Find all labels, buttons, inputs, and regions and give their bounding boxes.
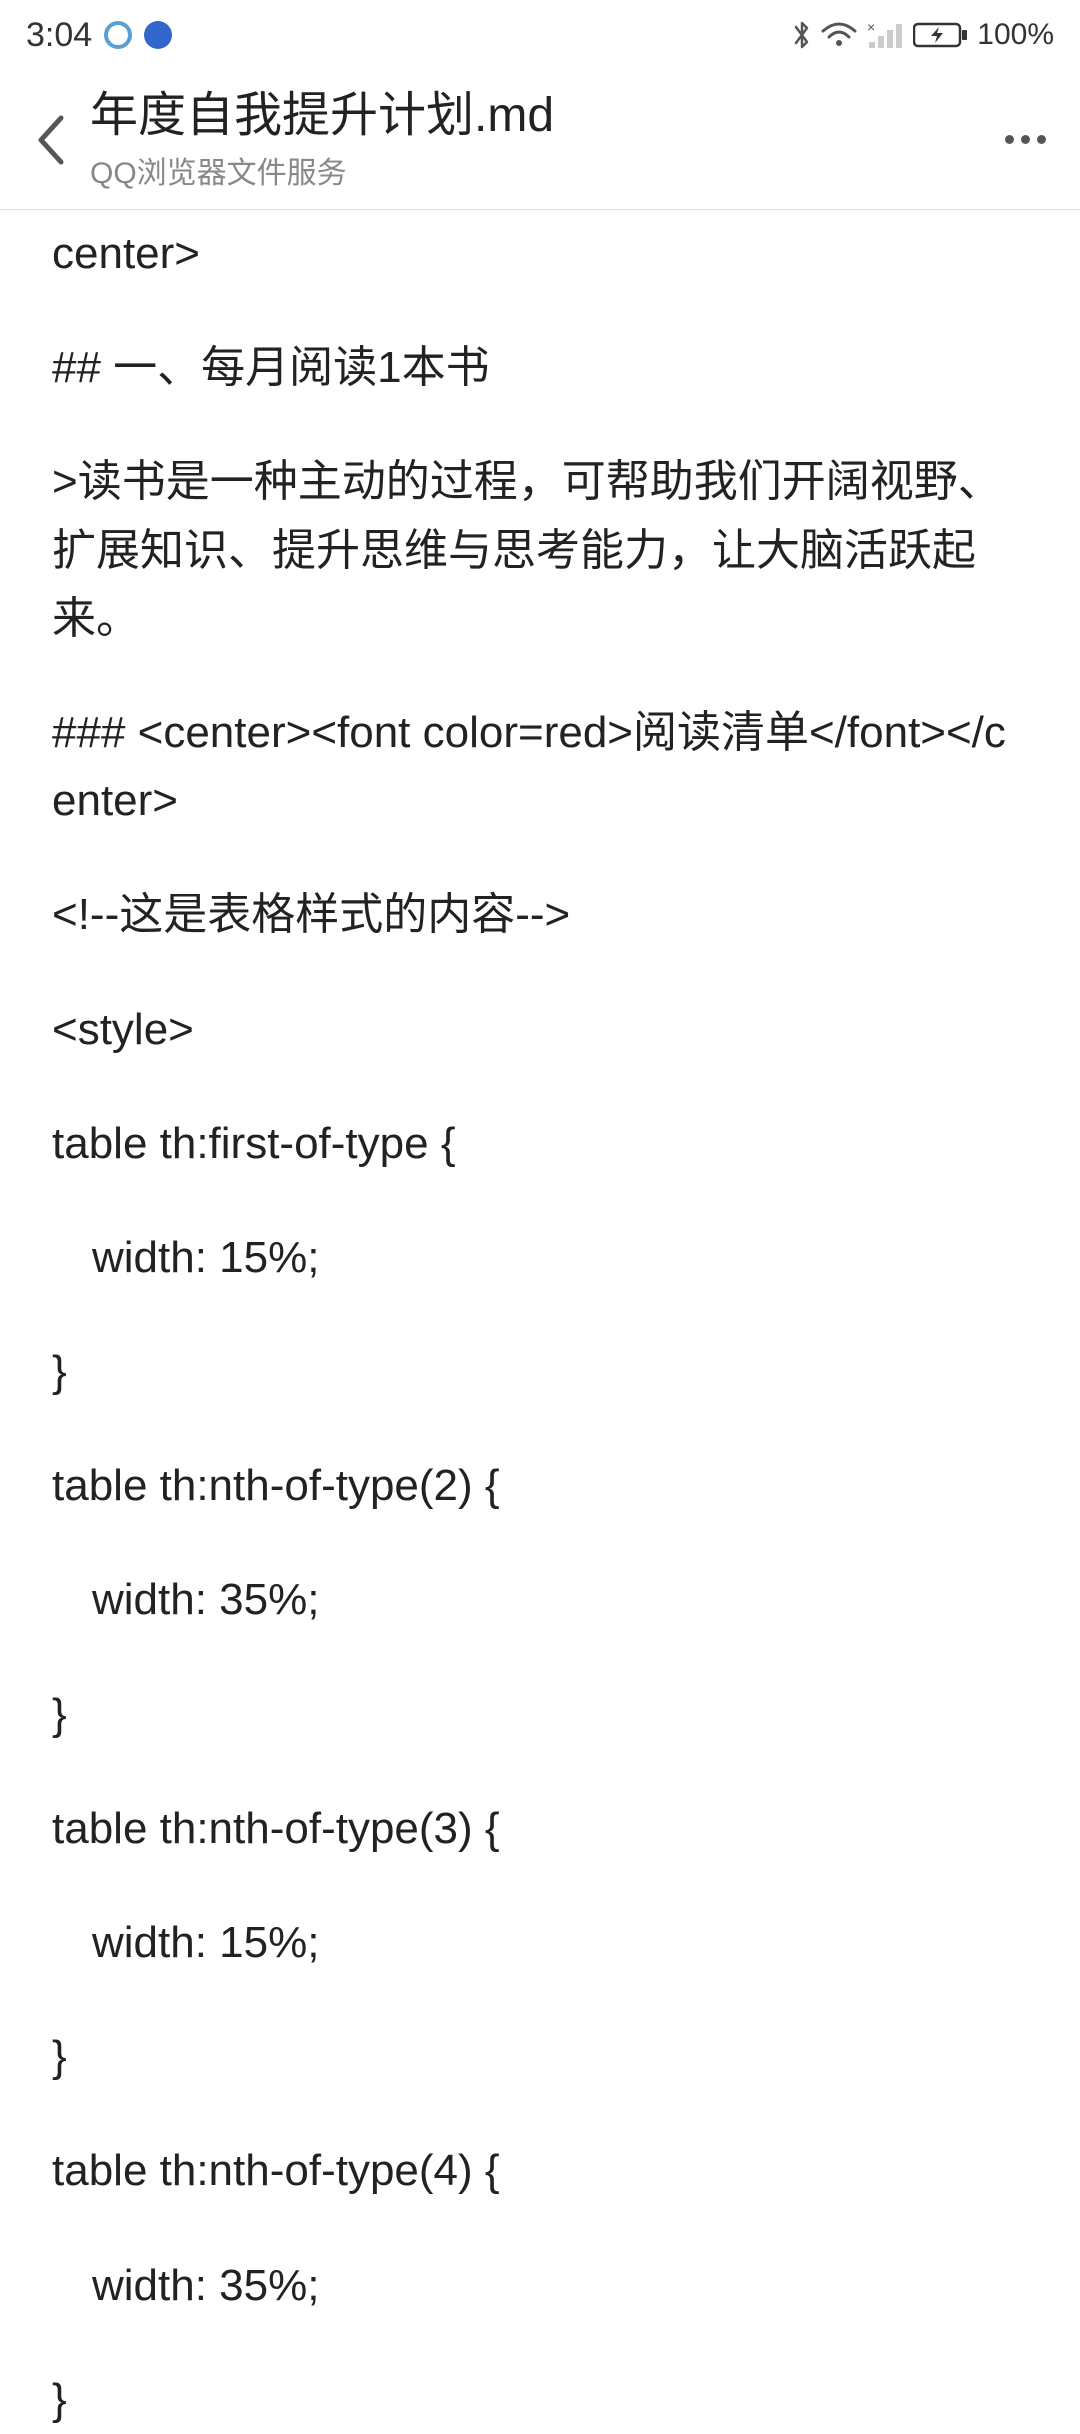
content-line: } bbox=[52, 2366, 1028, 2434]
content-line: table th:first-of-type { bbox=[52, 1110, 1028, 1178]
content-line: >读书是一种主动的过程，可帮助我们开阔视野、扩展知识、提升思维与思考能力，让大脑… bbox=[52, 448, 1028, 653]
page-subtitle: QQ浏览器文件服务 bbox=[90, 148, 990, 192]
app-header: 年度自我提升计划.md QQ浏览器文件服务 bbox=[0, 70, 1080, 210]
more-button[interactable] bbox=[990, 105, 1060, 175]
back-button[interactable] bbox=[20, 110, 80, 170]
content-line: table th:nth-of-type(3) { bbox=[52, 1795, 1028, 1863]
content-line: } bbox=[52, 1338, 1028, 1406]
wifi-icon bbox=[821, 21, 857, 49]
content-line: table th:nth-of-type(2) { bbox=[52, 1452, 1028, 1520]
chevron-left-icon bbox=[33, 112, 67, 168]
dot-icon bbox=[1037, 135, 1046, 144]
status-time: 3:04 bbox=[26, 16, 92, 55]
content-line: center> bbox=[52, 220, 1028, 288]
content-line: width: 35%; bbox=[52, 1566, 1028, 1634]
battery-icon bbox=[913, 21, 969, 49]
content-line: } bbox=[52, 1681, 1028, 1749]
signal-icon: × bbox=[865, 20, 905, 50]
dot-icon bbox=[1021, 135, 1030, 144]
content-line: width: 15%; bbox=[52, 1224, 1028, 1292]
content-line: <!--这是表格样式的内容--> bbox=[52, 881, 1028, 949]
file-content[interactable]: center> ## 一、每月阅读1本书 >读书是一种主动的过程，可帮助我们开阔… bbox=[0, 210, 1080, 2434]
status-bar: 3:04 × 100% bbox=[0, 0, 1080, 70]
bluetooth-icon bbox=[791, 18, 813, 52]
dot-icon bbox=[1005, 135, 1014, 144]
header-titles: 年度自我提升计划.md QQ浏览器文件服务 bbox=[80, 87, 990, 193]
status-left: 3:04 bbox=[26, 16, 172, 55]
app-icon-2 bbox=[144, 21, 172, 49]
battery-percent: 100% bbox=[977, 18, 1054, 52]
content-line: } bbox=[52, 2023, 1028, 2091]
page-title: 年度自我提升计划.md bbox=[90, 87, 990, 145]
content-line: width: 15%; bbox=[52, 1909, 1028, 1977]
status-right: × 100% bbox=[791, 18, 1054, 52]
content-line: ### <center><font color=red>阅读清单</font><… bbox=[52, 699, 1028, 835]
content-line: <style> bbox=[52, 996, 1028, 1064]
content-line: width: 35%; bbox=[52, 2252, 1028, 2320]
content-line: ## 一、每月阅读1本书 bbox=[52, 334, 1028, 402]
app-icon-1 bbox=[104, 21, 132, 49]
content-line: table th:nth-of-type(4) { bbox=[52, 2137, 1028, 2205]
svg-text:×: × bbox=[867, 20, 875, 35]
